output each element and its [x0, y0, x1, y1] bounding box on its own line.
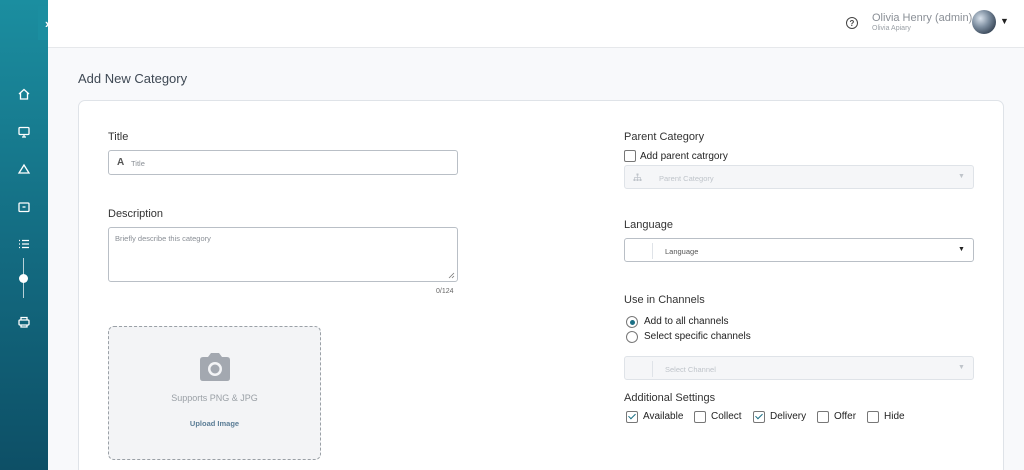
title-input[interactable]: A Title [108, 150, 458, 175]
delivery-label[interactable]: Delivery [770, 411, 806, 422]
description-label: Description [108, 208, 164, 220]
top-header: ? Olivia Henry (admin) Olivia Apiary ▼ [48, 0, 1024, 48]
slider-handle[interactable] [19, 274, 28, 283]
delivery-checkbox[interactable] [753, 411, 765, 423]
language-label: Language [624, 219, 673, 231]
channel-select[interactable]: Select Channel ▼ [624, 356, 974, 380]
image-upload-dropzone[interactable]: Supports PNG & JPG Upload Image [108, 326, 321, 460]
add-parent-category-label[interactable]: Add parent catrgory [640, 151, 728, 162]
hierarchy-icon [633, 173, 642, 181]
language-placeholder: Language [665, 247, 699, 256]
offer-label[interactable]: Offer [834, 411, 856, 422]
channels-label: Use in Channels [624, 294, 705, 306]
parent-category-placeholder: Parent Category [659, 174, 714, 183]
caret-down-icon[interactable]: ▼ [1000, 16, 1009, 26]
user-name[interactable]: Olivia Henry (admin) [872, 12, 972, 24]
title-label: Title [108, 131, 129, 143]
description-placeholder: Briefly describe this category [115, 234, 211, 243]
monitor-icon[interactable] [14, 122, 34, 142]
avatar[interactable] [972, 10, 996, 34]
specific-channels-radio[interactable] [626, 331, 638, 343]
available-checkbox[interactable] [626, 411, 638, 423]
hide-label[interactable]: Hide [884, 411, 905, 422]
triangle-icon[interactable] [14, 159, 34, 179]
upload-support-text: Supports PNG & JPG [171, 393, 258, 403]
available-label[interactable]: Available [643, 411, 683, 422]
all-channels-radio[interactable] [626, 316, 638, 328]
language-select[interactable]: Language ▼ [624, 238, 974, 262]
parent-category-select[interactable]: Parent Category ▼ [624, 165, 974, 189]
description-textarea[interactable]: Briefly describe this category [108, 227, 458, 282]
title-placeholder: Title [131, 159, 145, 168]
printer-icon[interactable] [14, 312, 34, 332]
collect-checkbox[interactable] [694, 411, 706, 423]
hide-checkbox[interactable] [867, 411, 879, 423]
folder-icon[interactable] [14, 197, 34, 217]
help-icon[interactable]: ? [846, 17, 858, 29]
sidebar [0, 0, 48, 470]
all-channels-label[interactable]: Add to all channels [644, 316, 729, 327]
channel-placeholder: Select Channel [665, 365, 716, 374]
list-icon[interactable] [14, 234, 34, 254]
specific-channels-label[interactable]: Select specific channels [644, 331, 751, 342]
add-parent-category-checkbox[interactable] [624, 150, 636, 162]
chevron-down-icon: ▼ [958, 364, 965, 371]
select-divider [652, 361, 653, 377]
additional-settings-label: Additional Settings [624, 392, 716, 404]
chevron-down-icon: ▼ [958, 246, 965, 253]
resize-handle-icon[interactable] [448, 272, 455, 279]
collect-label[interactable]: Collect [711, 411, 742, 422]
user-org: Olivia Apiary [872, 25, 911, 32]
chevron-down-icon: ▼ [958, 173, 965, 180]
text-icon: A [117, 157, 125, 168]
upload-image-button[interactable]: Upload Image [109, 419, 320, 428]
select-divider [652, 243, 653, 259]
home-icon[interactable] [14, 84, 34, 104]
camera-icon [200, 353, 230, 381]
offer-checkbox[interactable] [817, 411, 829, 423]
page-title: Add New Category [78, 71, 188, 86]
character-counter: 0/124 [436, 288, 454, 295]
parent-category-label: Parent Category [624, 131, 705, 143]
